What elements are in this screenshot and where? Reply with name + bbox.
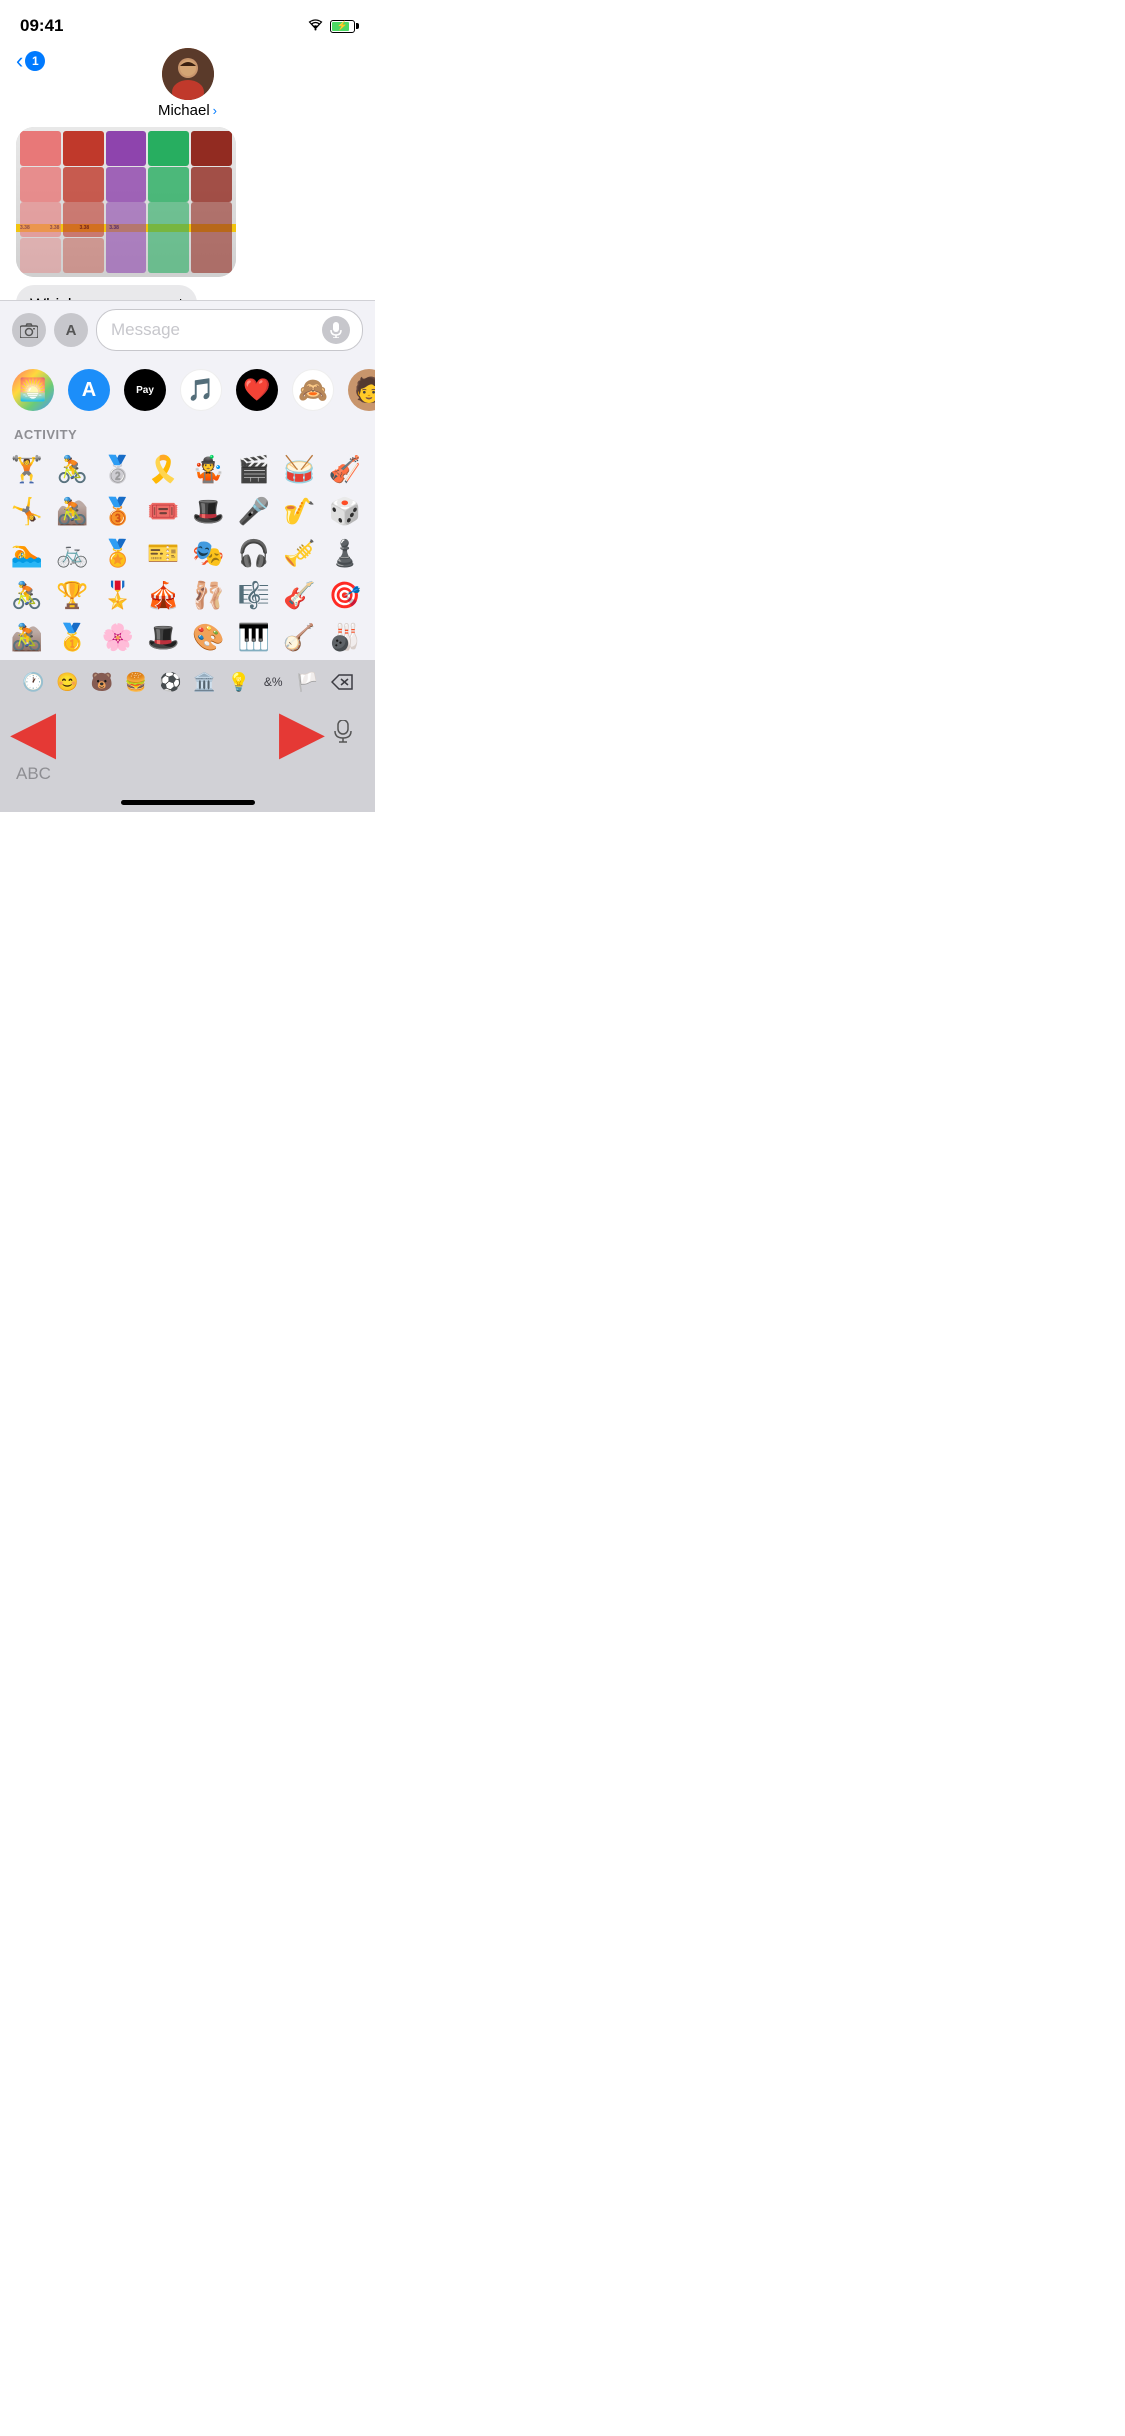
emoji-trophy[interactable]: 🏆 (53, 576, 91, 614)
emoji-saxophone[interactable]: 🎷 (280, 492, 318, 530)
emoji-gold-medal[interactable]: 🥇 (53, 618, 91, 656)
image-bubble[interactable]: 3.38 3.38 3.38 3.38 (16, 127, 236, 277)
emoji-grid: 🏋️ 🚴 🥈 🎗️ 🤹 🎬 🥁 🎻 🤸 🚵 🥉 🎟️ 🎩 🎤 🎷 🎲 🏊 🚲 🏅… (0, 446, 375, 660)
emoji-medal[interactable]: 🏅 (99, 534, 137, 572)
emoji-chess-pawn[interactable]: ♟️ (326, 534, 364, 572)
contact-avatar[interactable] (162, 48, 214, 100)
right-arrow-icon: ▶ (279, 702, 325, 762)
back-button[interactable]: ‹ 1 (16, 48, 45, 74)
emoji-gymnast[interactable]: 🤸 (8, 492, 46, 530)
food-emoji-button[interactable]: 🍔 (119, 664, 153, 700)
emoji-ticket[interactable]: 🎟️ (144, 492, 182, 530)
emoji-musical-score[interactable]: 🎼 (235, 576, 273, 614)
emoji-rosette[interactable]: 🌸 (99, 618, 137, 656)
flags-emoji-button[interactable]: 🏳️ (290, 664, 324, 700)
emoji-military-medal[interactable]: 🎖️ (99, 576, 137, 614)
monkey-emoji-icon[interactable]: 🙈 (292, 369, 334, 411)
emoji-violin[interactable]: 🎻 (326, 450, 364, 488)
activity-label: ACTIVITY (0, 421, 375, 446)
animals-emoji-button[interactable]: 🐻 (85, 664, 119, 700)
back-chevron-icon: ‹ (16, 48, 23, 74)
emoji-person-lifting[interactable]: 🏋️ (8, 450, 46, 488)
sports-emoji-button[interactable]: ⚽ (153, 664, 187, 700)
camera-button[interactable] (12, 313, 46, 347)
music-app-icon[interactable]: 🎵 (180, 369, 222, 411)
objects-emoji-button[interactable]: 💡 (222, 664, 256, 700)
symbols-emoji-button[interactable]: &% (256, 664, 290, 700)
status-bar: 09:41 ⚡ (0, 0, 375, 44)
emoji-theater[interactable]: 🎭 (190, 534, 228, 572)
contact-name-row[interactable]: Michael › (158, 102, 217, 119)
battery-bolt: ⚡ (337, 21, 348, 32)
emoji-admission-ticket[interactable]: 🎫 (144, 534, 182, 572)
left-arrow-icon: ◀ (10, 702, 56, 762)
emoji-cyclist[interactable]: 🚴 (53, 450, 91, 488)
app-store-button[interactable]: A (54, 313, 88, 347)
emoji-ballet-shoes[interactable]: 🩰 (190, 576, 228, 614)
smiley-emoji-button[interactable]: 😊 (50, 664, 84, 700)
contact-name: Michael (158, 102, 210, 119)
back-badge: 1 (25, 51, 45, 71)
emoji-trumpet[interactable]: 🎺 (280, 534, 318, 572)
messages-area[interactable]: 3.38 3.38 3.38 3.38 (0, 127, 375, 300)
emoji-dice[interactable]: 🎲 (326, 492, 364, 530)
emoji-banjo[interactable]: 🪕 (280, 618, 318, 656)
emoji-clapper[interactable]: 🎬 (235, 450, 273, 488)
audio-button[interactable] (322, 316, 350, 344)
emoji-target[interactable]: 🎯 (326, 576, 364, 614)
bubble-received-1[interactable]: Which one you want (16, 285, 197, 300)
appstore-app-icon[interactable]: A (68, 369, 110, 411)
wifi-icon (307, 18, 324, 34)
emoji-palette[interactable]: 🎨 (190, 618, 228, 656)
emoji-drum[interactable]: 🥁 (280, 450, 318, 488)
emoji-silver-medal[interactable]: 🥈 (99, 450, 137, 488)
applepay-app-icon[interactable]: Pay (124, 369, 166, 411)
emoji-guitar[interactable]: 🎸 (280, 576, 318, 614)
messages-app: 09:41 ⚡ ‹ 1 (0, 0, 375, 812)
emoji-top-hat-2[interactable]: 🎩 (144, 618, 182, 656)
emoji-cyclist-2[interactable]: 🚴 (8, 576, 46, 614)
status-time: 09:41 (20, 16, 63, 36)
emoji-microphone[interactable]: 🎤 (235, 492, 273, 530)
emoji-piano[interactable]: 🎹 (235, 618, 273, 656)
fitnessp-app-icon[interactable]: ❤️ (236, 369, 278, 411)
nav-header: ‹ 1 Michael › (0, 44, 375, 127)
battery-icon: ⚡ (330, 20, 355, 33)
app-row: 🌅 A Pay 🎵 ❤️ 🙈 🧑 (0, 359, 375, 421)
contact-chevron-icon: › (213, 103, 217, 118)
travel-emoji-button[interactable]: 🏛️ (187, 664, 221, 700)
emoji-circus[interactable]: 🎪 (144, 576, 182, 614)
emoji-top-hat[interactable]: 🎩 (190, 492, 228, 530)
message-input[interactable]: Message (96, 309, 363, 351)
input-bar: A Message (0, 300, 375, 359)
emoji-mountain-biker-2[interactable]: 🚵 (8, 618, 46, 656)
message-row-received-1: Which one you want (16, 285, 359, 300)
emoji-bicycle[interactable]: 🚲 (53, 534, 91, 572)
home-indicator (0, 792, 375, 812)
mic-button[interactable] (325, 714, 361, 750)
emoji-bronze-medal[interactable]: 🥉 (99, 492, 137, 530)
photos-app-icon[interactable]: 🌅 (12, 369, 54, 411)
home-bar (121, 800, 255, 805)
abc-text: ABC (16, 764, 51, 784)
emoji-ribbon[interactable]: 🎗️ (144, 450, 182, 488)
emoji-bowling[interactable]: 🎳 (326, 618, 364, 656)
person-emoji-icon[interactable]: 🧑 (348, 369, 375, 411)
image-message-row: 3.38 3.38 3.38 3.38 (16, 127, 359, 283)
emoji-mountain-biker[interactable]: 🚵 (53, 492, 91, 530)
emoji-juggler[interactable]: 🤹 (190, 450, 228, 488)
swipe-arrow-row: ◀ ▶ (0, 704, 375, 760)
status-icons: ⚡ (307, 18, 355, 34)
emoji-headphones[interactable]: 🎧 (235, 534, 273, 572)
recent-emoji-button[interactable]: 🕐 (16, 664, 50, 700)
emoji-swimmer[interactable]: 🏊 (8, 534, 46, 572)
message-placeholder: Message (111, 320, 314, 340)
delete-emoji-button[interactable] (325, 664, 359, 700)
apple-pay-text: Pay (136, 385, 154, 396)
